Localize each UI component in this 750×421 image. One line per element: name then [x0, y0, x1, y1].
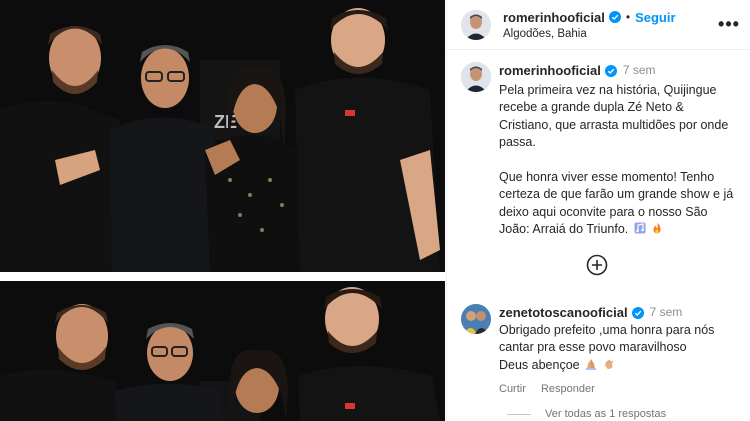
view-replies-label: Ver todas as 1 respostas [545, 408, 667, 420]
caption-comment: romerinhooficial 7 sem Pela primeira vez… [447, 50, 750, 239]
post-side-panel: romerinhooficial • Seguir Algodões, Bahi… [446, 0, 750, 421]
load-more-comments-button[interactable] [447, 254, 747, 276]
music-notes-icon [634, 222, 646, 234]
follow-button[interactable]: Seguir [635, 10, 675, 25]
post-location[interactable]: Algodões, Bahia [503, 28, 718, 40]
reply-actions: Curtir Responder [499, 381, 737, 399]
reply-text-line-2-text: Deus abençoe [499, 357, 580, 372]
post-media[interactable]: ZÉ [0, 0, 445, 421]
verified-badge-icon [604, 64, 617, 77]
caption-paragraph-2: Que honra viver esse momento! Tenho cert… [499, 169, 736, 239]
verified-badge-icon [631, 306, 644, 319]
caption-author-avatar[interactable] [461, 62, 491, 92]
caption-avatar-image [461, 62, 491, 92]
author-avatar-image [461, 9, 491, 40]
reply-avatar-image [461, 304, 491, 334]
post-header: romerinhooficial • Seguir Algodões, Bahi… [447, 0, 750, 50]
plus-circle-icon [586, 254, 608, 276]
reply-author-avatar[interactable] [461, 304, 491, 334]
author-avatar[interactable] [461, 9, 491, 40]
separator-dot: • [625, 10, 631, 24]
fire-icon [653, 222, 661, 234]
verified-badge-icon [608, 11, 621, 23]
reply-comment-button[interactable]: Responder [541, 383, 595, 395]
caption-author-username[interactable]: romerinhooficial [499, 62, 601, 80]
reply-comment: zenetotoscanooficial 7 sem Obrigado pref… [447, 304, 750, 399]
view-replies-button[interactable]: Ver todas as 1 respostas [507, 408, 666, 420]
more-options-icon[interactable]: ••• [718, 14, 740, 35]
caption-timestamp[interactable]: 7 sem [623, 62, 656, 80]
like-comment-button[interactable]: Curtir [499, 383, 526, 395]
clapping-hands-icon [604, 359, 613, 369]
caption-paragraph-1: Pela primeira vez na história, Quijingue… [499, 82, 729, 150]
reply-author-username[interactable]: zenetotoscanooficial [499, 304, 628, 322]
reply-text-line-1: Obrigado prefeito ,uma honra para nós ca… [499, 322, 715, 355]
caption-paragraph-2-text: Que honra viver esse momento! Tenho cert… [499, 169, 734, 237]
group-photo-image [0, 281, 445, 421]
post-photo-2[interactable] [0, 281, 445, 421]
replies-divider-line [507, 413, 531, 415]
praying-hands-icon [586, 358, 597, 370]
reply-text-line-2: Deus abençoe [499, 357, 737, 375]
backdrop-logo: ZÉ [214, 111, 237, 132]
post-author-username[interactable]: romerinhooficial [503, 10, 605, 25]
reply-timestamp[interactable]: 7 sem [650, 304, 683, 322]
group-photo-image: ZÉ [0, 0, 445, 272]
post-photo-1[interactable]: ZÉ [0, 0, 445, 272]
